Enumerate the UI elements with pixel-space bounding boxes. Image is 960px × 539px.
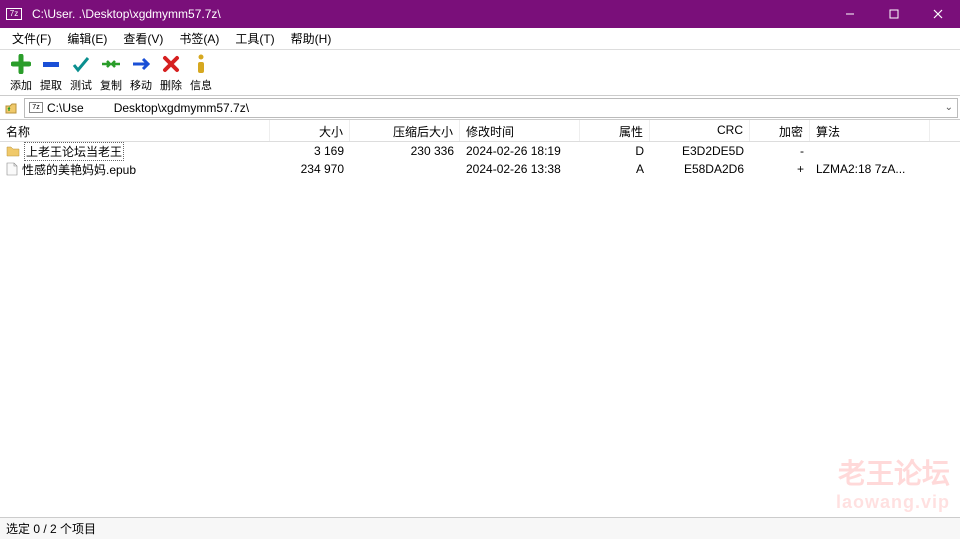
plus-icon [10,53,32,75]
folder-icon [6,145,20,157]
test-button[interactable]: 测试 [66,53,96,93]
info-icon [190,53,212,75]
address-input[interactable]: 7z C:\Use Desktop\xgdmymm57.7z\ ⌄ [24,98,958,118]
up-button[interactable] [0,101,22,115]
col-encrypted[interactable]: 加密 [750,120,810,141]
column-header: 名称 大小 压缩后大小 修改时间 属性 CRC 加密 算法 [0,120,960,142]
menu-bar: 文件(F) 编辑(E) 查看(V) 书签(A) 工具(T) 帮助(H) [0,28,960,50]
col-size[interactable]: 大小 [270,120,350,141]
col-crc[interactable]: CRC [650,120,750,141]
status-bar: 选定 0 / 2 个项目 [0,517,960,539]
move-button[interactable]: 移动 [126,53,156,93]
file-icon [6,162,18,176]
menu-bookmark[interactable]: 书签(A) [171,28,227,49]
toolbar: 添加 提取 测试 复制 移动 删除 信息 [0,50,960,96]
menu-file[interactable]: 文件(F) [4,28,59,49]
copy-icon [100,53,122,75]
minimize-button[interactable] [828,0,872,28]
status-text: 选定 0 / 2 个项目 [6,520,96,537]
delete-button[interactable]: 删除 [156,53,186,93]
chevron-down-icon[interactable]: ⌄ [945,102,953,113]
copy-button[interactable]: 复制 [96,53,126,93]
col-name[interactable]: 名称 [0,120,270,141]
extract-button[interactable]: 提取 [36,53,66,93]
window-title: C:\User. .\Desktop\xgdmymm57.7z\ [28,7,828,21]
title-bar: 7z C:\User. .\Desktop\xgdmymm57.7z\ [0,0,960,28]
col-modified[interactable]: 修改时间 [460,120,580,141]
delete-icon [160,53,182,75]
menu-view[interactable]: 查看(V) [115,28,171,49]
list-item[interactable]: 性感的美艳妈妈.epub 234 970 2024-02-26 13:38 A … [0,160,960,178]
move-icon [130,53,152,75]
file-list: 上老王论坛当老王 3 169 230 336 2024-02-26 18:19 … [0,142,960,536]
minus-icon [40,53,62,75]
archive-icon: 7z [29,102,43,113]
check-icon [70,53,92,75]
info-button[interactable]: 信息 [186,53,216,93]
close-button[interactable] [916,0,960,28]
add-button[interactable]: 添加 [6,53,36,93]
menu-edit[interactable]: 编辑(E) [59,28,115,49]
address-bar: 7z C:\Use Desktop\xgdmymm57.7z\ ⌄ [0,96,960,120]
menu-help[interactable]: 帮助(H) [283,28,340,49]
app-icon: 7z [0,0,28,28]
menu-tools[interactable]: 工具(T) [227,28,282,49]
col-algorithm[interactable]: 算法 [810,120,930,141]
col-packed-size[interactable]: 压缩后大小 [350,120,460,141]
list-item[interactable]: 上老王论坛当老王 3 169 230 336 2024-02-26 18:19 … [0,142,960,160]
col-attr[interactable]: 属性 [580,120,650,141]
maximize-button[interactable] [872,0,916,28]
